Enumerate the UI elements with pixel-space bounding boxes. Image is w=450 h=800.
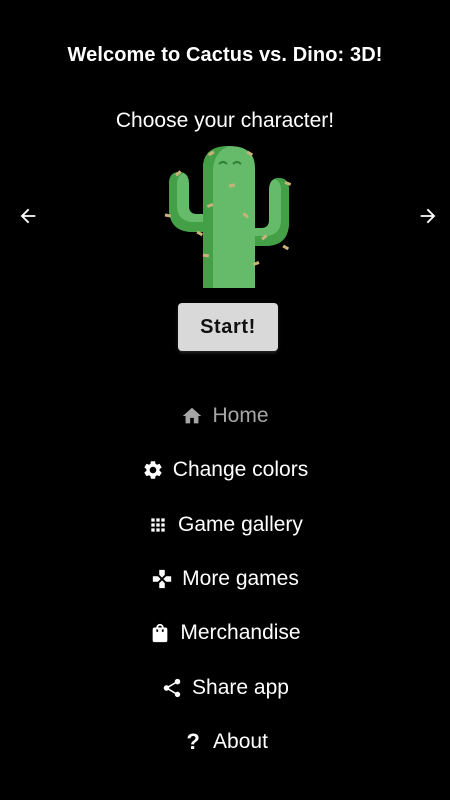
- cactus-icon: [164, 146, 292, 288]
- menu-item-change-colors[interactable]: Change colors: [0, 443, 450, 497]
- menu-item-game-gallery[interactable]: Game gallery: [0, 498, 450, 552]
- menu-item-share-app[interactable]: Share app: [0, 660, 450, 714]
- navigation-menu: Home Change colors Game gallery More gam…: [0, 389, 450, 769]
- menu-item-label: Game gallery: [178, 512, 303, 536]
- home-icon: [181, 405, 203, 427]
- start-button[interactable]: Start!: [178, 303, 278, 351]
- shopping-bag-icon: [149, 622, 171, 644]
- arrow-right-icon: [420, 208, 436, 224]
- menu-item-home[interactable]: Home: [0, 389, 450, 443]
- share-icon: [161, 677, 183, 699]
- arrow-left-icon: [20, 208, 36, 224]
- menu-item-merchandise[interactable]: Merchandise: [0, 606, 450, 660]
- choose-character-label: Choose your character!: [115, 109, 335, 132]
- menu-item-label: Merchandise: [180, 621, 301, 645]
- menu-item-label: Change colors: [172, 458, 309, 482]
- menu-item-label: About: [213, 729, 268, 753]
- next-character-button[interactable]: [412, 200, 444, 232]
- question-icon: ?: [186, 728, 200, 754]
- menu-item-label: More games: [182, 567, 299, 591]
- gear-icon: [142, 459, 164, 481]
- page-title: Welcome to Cactus vs. Dino: 3D!: [67, 44, 383, 66]
- menu-item-more-games[interactable]: More games: [0, 552, 450, 606]
- previous-character-button[interactable]: [12, 200, 44, 232]
- menu-item-label: Home: [212, 404, 269, 428]
- gamepad-icon: [151, 568, 173, 590]
- grid-icon: [147, 514, 169, 536]
- menu-item-label: Share app: [192, 675, 289, 699]
- menu-item-about[interactable]: ? About: [0, 715, 450, 769]
